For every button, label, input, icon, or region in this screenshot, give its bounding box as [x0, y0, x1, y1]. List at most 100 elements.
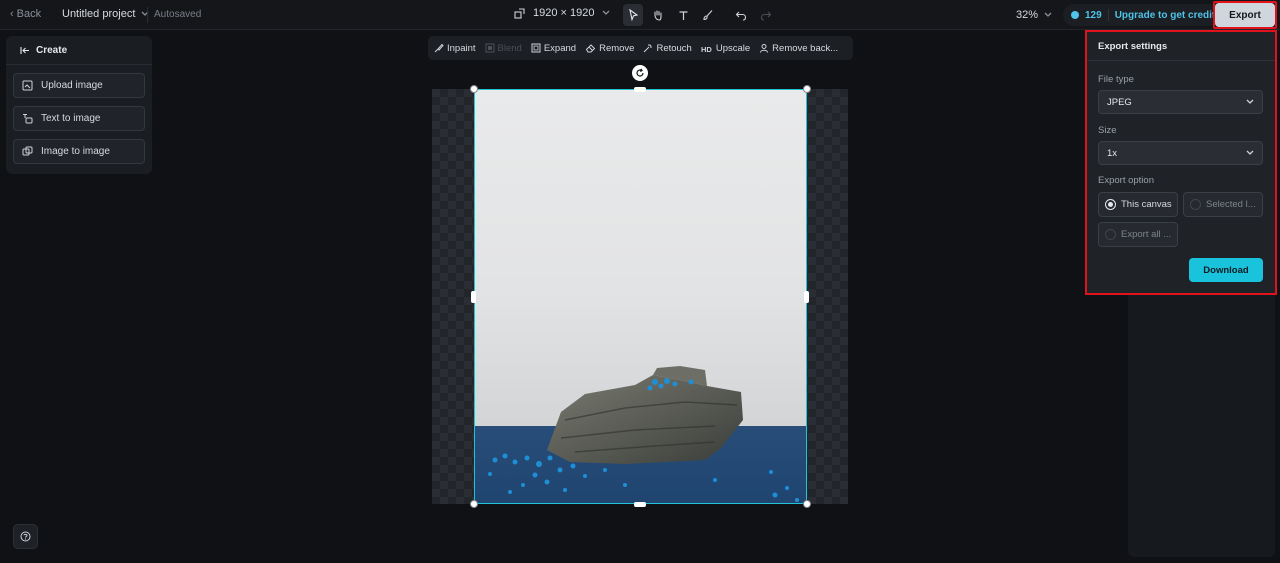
svg-text:HD: HD — [701, 45, 712, 53]
blend-icon — [485, 43, 495, 53]
hand-icon — [654, 10, 662, 21]
text-to-image-icon — [23, 114, 33, 124]
remove-background-label: Remove back... — [772, 42, 839, 54]
brush-icon — [703, 10, 713, 21]
inpaint-label: Inpaint — [447, 42, 476, 54]
chevron-down-icon — [1246, 150, 1254, 155]
export-button[interactable]: Export — [1215, 3, 1275, 27]
file-type-select[interactable]: JPEG — [1098, 90, 1263, 114]
image-to-image-icon — [22, 146, 33, 156]
pointer-icon — [628, 9, 638, 21]
brush-tool[interactable] — [698, 4, 718, 26]
chevron-down-icon — [141, 11, 149, 16]
rotate-icon — [636, 68, 644, 77]
upload-image-button[interactable]: Upload image — [13, 73, 145, 98]
hd-icon: HD — [701, 45, 712, 53]
autosaved-status: Autosaved — [154, 9, 202, 20]
remove-background-icon — [760, 44, 769, 53]
canvas-dimensions: 1920 × 1920 — [533, 7, 595, 19]
blend-label: Blend — [497, 42, 522, 54]
upload-image-icon — [22, 80, 33, 91]
chevron-left-icon: ‹ — [10, 8, 14, 20]
text-tool[interactable] — [673, 4, 693, 26]
blend-button[interactable]: Blend — [485, 43, 522, 54]
remove-background-button[interactable]: Remove back... — [759, 43, 838, 54]
radio-unselected-icon — [1190, 199, 1201, 210]
zoom-level: 32% — [1016, 9, 1039, 21]
radio-selected-icon — [1105, 199, 1116, 210]
image-to-image-label: Image to image — [41, 146, 110, 157]
inpaint-icon — [434, 43, 444, 53]
canvas-tools — [623, 4, 776, 26]
upscale-button[interactable]: HD Upscale — [701, 43, 750, 54]
help-button[interactable] — [13, 524, 38, 549]
hand-tool[interactable] — [648, 4, 668, 26]
eraser-icon — [585, 44, 596, 53]
resize-icon — [514, 7, 525, 19]
retouch-label: Retouch — [656, 42, 692, 54]
top-bar: ‹ Back Untitled project Autosaved 1920 ×… — [0, 0, 1280, 30]
option-selected-layers-label: Selected l... — [1206, 199, 1256, 210]
chevron-down-icon — [1044, 12, 1052, 17]
project-name-dropdown[interactable]: Untitled project — [62, 8, 149, 20]
remove-button[interactable]: Remove — [585, 43, 634, 54]
option-selected-layers[interactable]: Selected l... — [1183, 192, 1263, 217]
canvas-size-dropdown[interactable]: 1920 × 1920 — [514, 7, 610, 19]
create-panel-header[interactable]: Create — [6, 36, 152, 65]
size-select[interactable]: 1x — [1098, 141, 1263, 165]
resize-handle-bottom-left[interactable] — [470, 500, 478, 508]
text-icon — [679, 10, 687, 20]
chevron-down-icon — [603, 10, 610, 15]
zoom-dropdown[interactable]: 32% — [1016, 9, 1052, 21]
resize-handle-top-right[interactable] — [803, 85, 811, 93]
undo-button[interactable] — [731, 4, 751, 26]
create-panel-title: Create — [36, 45, 68, 56]
rock-photo — [475, 90, 806, 503]
upload-image-label: Upload image — [41, 80, 103, 91]
resize-handle-bottom-right[interactable] — [803, 500, 811, 508]
remove-label: Remove — [599, 42, 635, 54]
canvas-image[interactable] — [474, 89, 807, 504]
export-option-label: Export option — [1098, 175, 1154, 186]
expand-button[interactable]: Expand — [531, 43, 576, 54]
redo-button[interactable] — [756, 4, 776, 26]
collapse-left-icon — [20, 47, 29, 54]
radio-unselected-icon — [1105, 229, 1116, 240]
divider — [1107, 9, 1109, 21]
redo-icon — [760, 11, 772, 21]
resize-handle-right[interactable] — [804, 291, 809, 303]
credits-count: 129 — [1085, 9, 1102, 21]
resize-handle-left[interactable] — [471, 291, 476, 303]
option-export-all[interactable]: Export all ... — [1098, 222, 1178, 247]
project-name: Untitled project — [62, 8, 136, 20]
rotate-handle[interactable] — [632, 65, 648, 81]
expand-icon — [531, 43, 541, 53]
create-panel: Create Upload image Text to image Image … — [6, 36, 152, 174]
download-button[interactable]: Download — [1189, 258, 1263, 282]
chevron-down-icon — [1246, 99, 1254, 104]
resize-handle-top[interactable] — [634, 87, 646, 92]
back-label: Back — [16, 8, 42, 20]
text-to-image-label: Text to image — [41, 113, 101, 124]
back-button[interactable]: ‹ Back — [10, 8, 41, 20]
file-type-label: File type — [1098, 74, 1134, 85]
credits-upgrade-button[interactable]: 129 Upgrade to get credits — [1063, 4, 1229, 26]
option-this-canvas-label: This canvas — [1121, 199, 1172, 210]
size-value: 1x — [1107, 147, 1118, 159]
inpaint-button[interactable]: Inpaint — [434, 43, 476, 54]
divider — [147, 7, 148, 23]
option-this-canvas[interactable]: This canvas — [1098, 192, 1178, 217]
undo-icon — [735, 11, 747, 21]
retouch-button[interactable]: Retouch — [643, 42, 692, 54]
resize-handle-bottom[interactable] — [634, 502, 646, 507]
file-type-value: JPEG — [1107, 96, 1132, 108]
option-export-all-label: Export all ... — [1121, 229, 1172, 240]
text-to-image-button[interactable]: Text to image — [13, 106, 145, 131]
resize-handle-top-left[interactable] — [470, 85, 478, 93]
image-to-image-button[interactable]: Image to image — [13, 139, 145, 164]
credit-coin-icon — [1071, 11, 1079, 19]
edit-toolbar: Inpaint Blend Expand Remove Retouch HD U… — [428, 36, 853, 60]
select-tool[interactable] — [623, 4, 643, 26]
export-settings-title: Export settings — [1087, 32, 1275, 61]
upscale-label: Upscale — [715, 42, 751, 54]
